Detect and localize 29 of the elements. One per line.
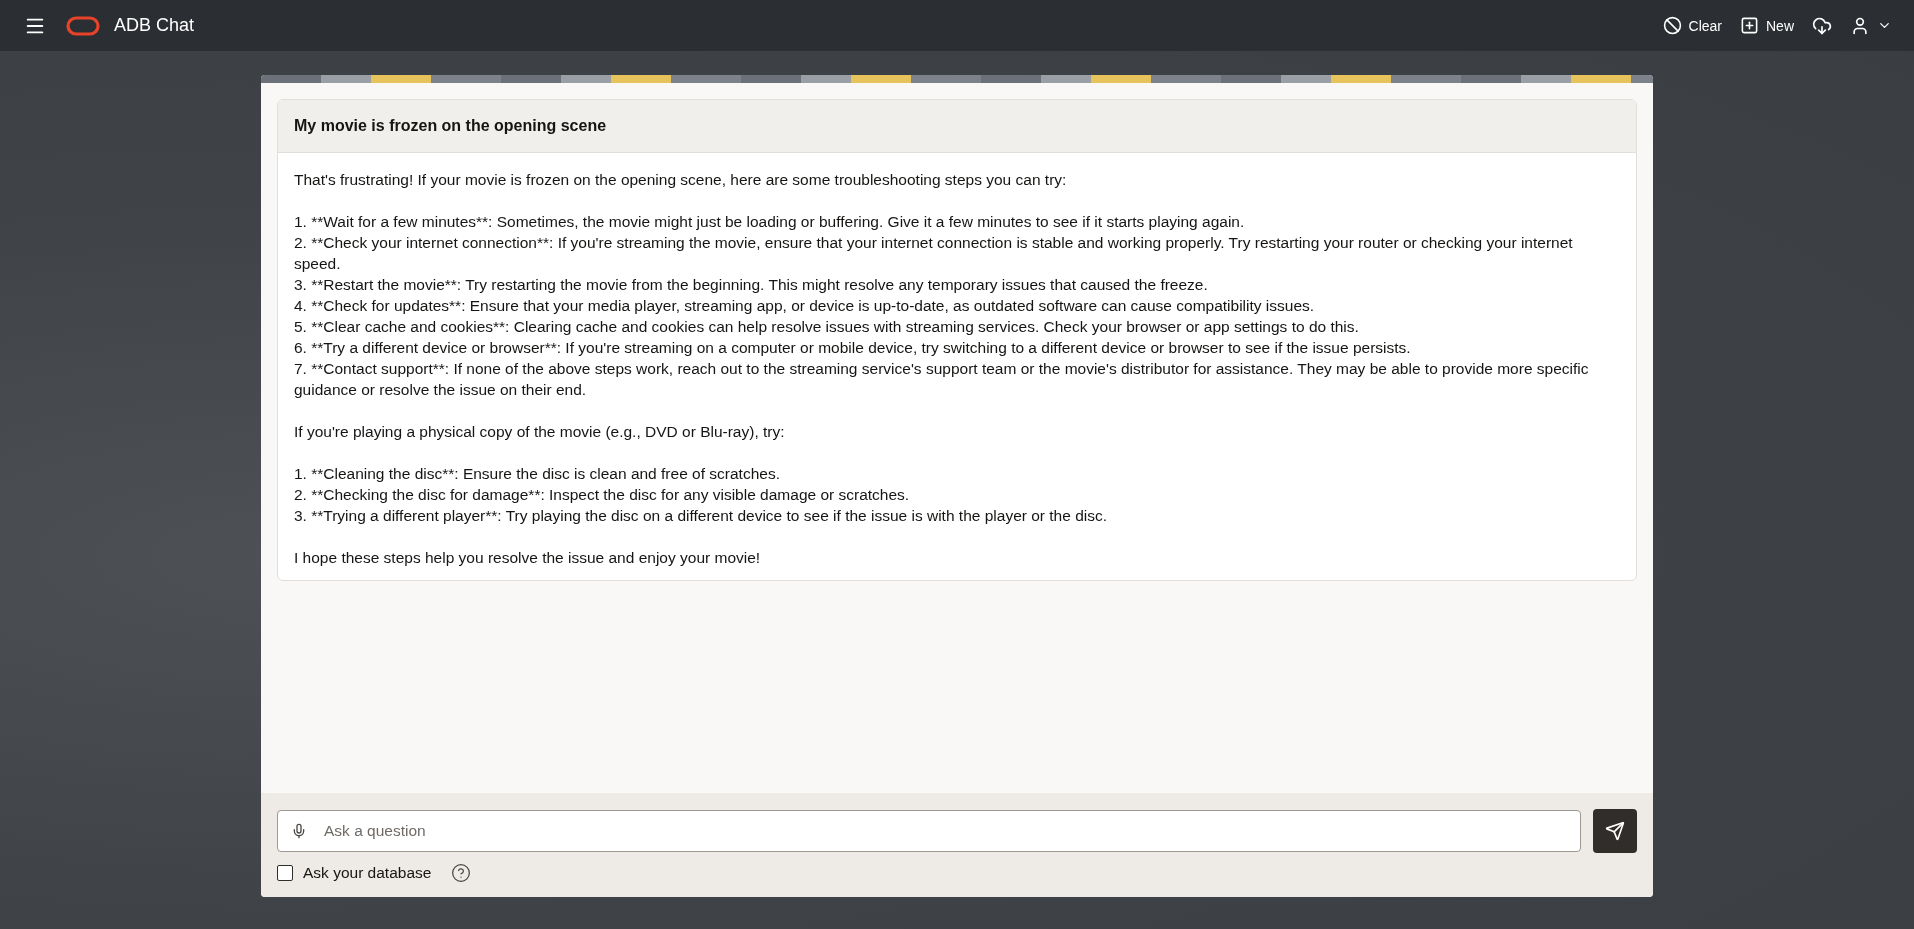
answer-text: 1. **Wait for a few minutes**: Sometimes, the movie might just be loading or buffering. Give it a few minutes to see if it starts playing again. [294,212,1246,232]
answer-text: 5. **Clear cache and cookies**: Clearing cache and cookies can help resolve issues with streaming services. Check your browser or app settings to do this. [294,317,1360,337]
checkbox-label: Ask your database [303,864,432,882]
answer-text: 3. **Trying a different player**: Try playing the disc on a different device to see if the issue is with the player or the disc. [294,506,1109,526]
answer-text: 4. **Check for updates**: Ensure that your media player, streaming app, or device is up-to-date, as outdated software can cause compatibility issues. [294,296,1316,316]
answer-text: 3. **Restart the movie**: Try restarting the movie from the beginning. This might resolve any temporary issues that caused the freeze. [294,275,1209,295]
microphone-icon[interactable] [291,823,307,839]
clear-button[interactable]: Clear [1656,12,1728,39]
user-icon [1850,15,1870,36]
answer-text: 2. **Check your internet connection**: If you're streaming the movie, ensure that your internet connection is stable and working properly. Try restarting your router or checking your internet speed. [294,233,1574,274]
plus-square-icon [1740,16,1759,35]
app-title: ADB Chat [114,15,195,36]
answer-text: That's frustrating! If your movie is frozen on the opening scene, here are some troubleshooting steps you can try: [294,170,1068,190]
clear-icon [1662,16,1682,35]
checkbox[interactable] [277,865,293,881]
send-icon [1605,821,1625,841]
help-icon[interactable] [451,863,472,883]
answer-text: 7. **Contact support**: If none of the above steps work, reach out to the streaming service's support team or the movie's distributor for assistance. They may be able to provide more specific guidance or resolve the issue on their end. [294,359,1590,400]
answer-text: 2. **Checking the disc for damage**: Inspect the disc for any visible damage or scratches. [294,485,911,505]
question-text: My movie is frozen on the opening scene [278,100,1636,153]
cloud-download-icon [1812,15,1832,36]
answer-text: I hope these steps help you resolve the issue and enjoy your movie! [294,548,762,568]
answer-text: 1. **Cleaning the disc**: Ensure the disc is clean and free of scratches. [294,464,781,484]
logo-icon [66,15,100,36]
answer-text: If you're playing a physical copy of the movie (e.g., DVD or Blu-ray), try: [294,422,786,442]
question-input[interactable]: Ask a question [277,810,1581,852]
send-button[interactable] [1593,809,1637,853]
new-button[interactable]: New [1734,12,1800,39]
answer-text: 6. **Try a different device or browser**: If you're streaming on a computer or mobile device, try switching to a different device or browser to see if the issue persists. [294,338,1412,358]
